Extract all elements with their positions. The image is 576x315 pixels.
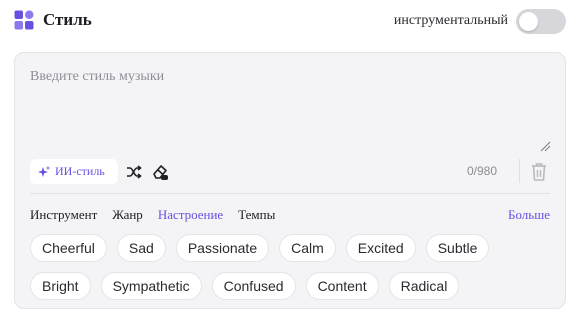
tab-tempo[interactable]: Темпы: [238, 207, 275, 223]
tag-chip[interactable]: Calm: [279, 234, 336, 262]
instrumental-toggle[interactable]: [516, 9, 566, 34]
tag-chip[interactable]: Content: [305, 272, 379, 300]
ai-style-label: ИИ-стиль: [55, 164, 105, 178]
style-header: Стиль инструментальный: [14, 8, 566, 34]
tag-chip[interactable]: Confused: [211, 272, 296, 300]
tag-chip[interactable]: Bright: [30, 272, 91, 300]
trash-icon[interactable]: [529, 161, 549, 183]
divider: [30, 193, 550, 194]
style-panel: ИИ-стиль 0/980 Инструмент Жанр Настроени…: [14, 52, 566, 309]
ai-style-button[interactable]: ИИ-стиль: [30, 159, 118, 184]
more-link[interactable]: Больше: [508, 207, 550, 223]
grid-icon: [14, 10, 34, 30]
tag-chip[interactable]: Subtle: [425, 234, 490, 262]
category-tabs: Инструмент Жанр Настроение Темпы: [30, 207, 275, 223]
divider: [519, 159, 520, 183]
tag-chip[interactable]: Passionate: [175, 234, 270, 262]
shuffle-icon[interactable]: [125, 163, 143, 181]
page-title: Стиль: [43, 10, 92, 29]
tag-row: Cheerful Sad Passionate Calm Excited Sub…: [30, 234, 490, 262]
tag-chip[interactable]: Excited: [345, 234, 416, 262]
toggle-knob: [519, 12, 538, 31]
resize-handle-icon[interactable]: [539, 140, 551, 152]
style-input[interactable]: [30, 68, 550, 154]
tag-row: Bright Sympathetic Confused Content Radi…: [30, 272, 460, 300]
sparkle-icon: [38, 165, 51, 177]
eraser-icon[interactable]: [151, 162, 171, 182]
tab-genre[interactable]: Жанр: [112, 207, 143, 223]
tag-chip[interactable]: Cheerful: [30, 234, 107, 262]
tab-instrument[interactable]: Инструмент: [30, 207, 97, 223]
tag-chip[interactable]: Sympathetic: [100, 272, 202, 300]
tag-chip[interactable]: Sad: [116, 234, 166, 262]
tab-mood[interactable]: Настроение: [158, 207, 223, 223]
instrumental-label: инструментальный: [393, 13, 508, 28]
character-counter: 0/980: [467, 164, 498, 178]
tag-chip[interactable]: Radical: [388, 272, 460, 300]
